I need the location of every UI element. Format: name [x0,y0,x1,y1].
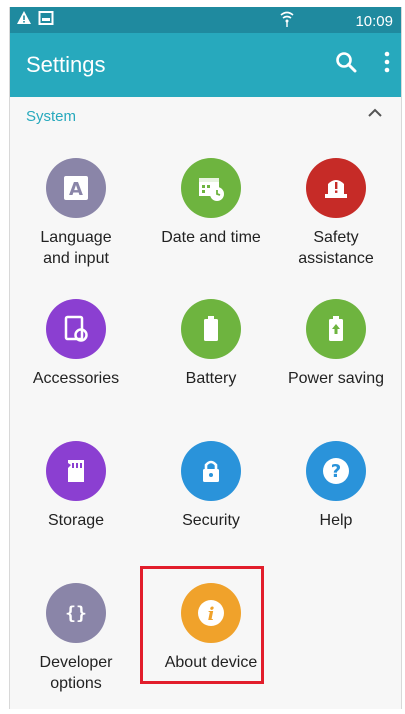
grid-item-security[interactable]: Security [146,441,276,581]
grid-item-date-and-time[interactable]: Date and time [146,158,276,298]
grid-item-label: Accessories [32,370,120,387]
grid-item-label: Storage [47,512,105,529]
section-title: System [26,108,77,125]
page-title: Settings [26,52,106,77]
chevron-up-icon[interactable] [367,105,383,126]
search-icon[interactable] [335,51,357,78]
battery-icon [181,299,241,359]
status-time: 10:09 [355,12,393,30]
svg-text:{}: {} [65,603,87,624]
grid-item-label: Date and time [161,229,261,246]
app-bar: Settings [10,33,401,97]
grid-item-label: Security [182,512,240,529]
language-icon: A [46,158,106,218]
help-icon: ? [306,441,366,501]
svg-text:A: A [69,179,83,200]
wifi-icon [279,10,295,33]
grid-item-help[interactable]: ? Help [271,441,401,581]
highlight-box [140,566,264,684]
grid-item-label: Language and input [40,229,112,267]
grid-item-language-and-input[interactable]: A Language and input [11,158,141,298]
developer-icon: {} [46,583,106,643]
grid-item-label: Help [319,512,353,529]
section-header-system[interactable]: System [10,97,401,135]
grid-item-label: Power saving [287,370,385,387]
warning-icon [16,10,32,31]
image-icon [38,10,54,31]
lock-icon [181,441,241,501]
storage-icon [46,441,106,501]
status-bar: 10:09 [10,7,401,33]
grid-item-label: Safety assistance [298,229,374,267]
grid-item-battery[interactable]: Battery [146,299,276,439]
grid-item-accessories[interactable]: Accessories [11,299,141,439]
safety-alert-icon [306,158,366,218]
grid-item-storage[interactable]: Storage [11,441,141,581]
calendar-clock-icon [181,158,241,218]
accessories-icon [46,299,106,359]
power-saving-icon [306,299,366,359]
grid-item-developer-options[interactable]: {} Developer options [11,583,141,709]
grid-item-label: Developer options [39,654,113,692]
grid-item-power-saving[interactable]: Power saving [271,299,401,439]
grid-item-safety-assistance[interactable]: Safety assistance [271,158,401,298]
svg-text:?: ? [331,461,341,482]
grid-item-label: Battery [185,370,237,387]
more-vert-icon[interactable] [383,51,391,78]
